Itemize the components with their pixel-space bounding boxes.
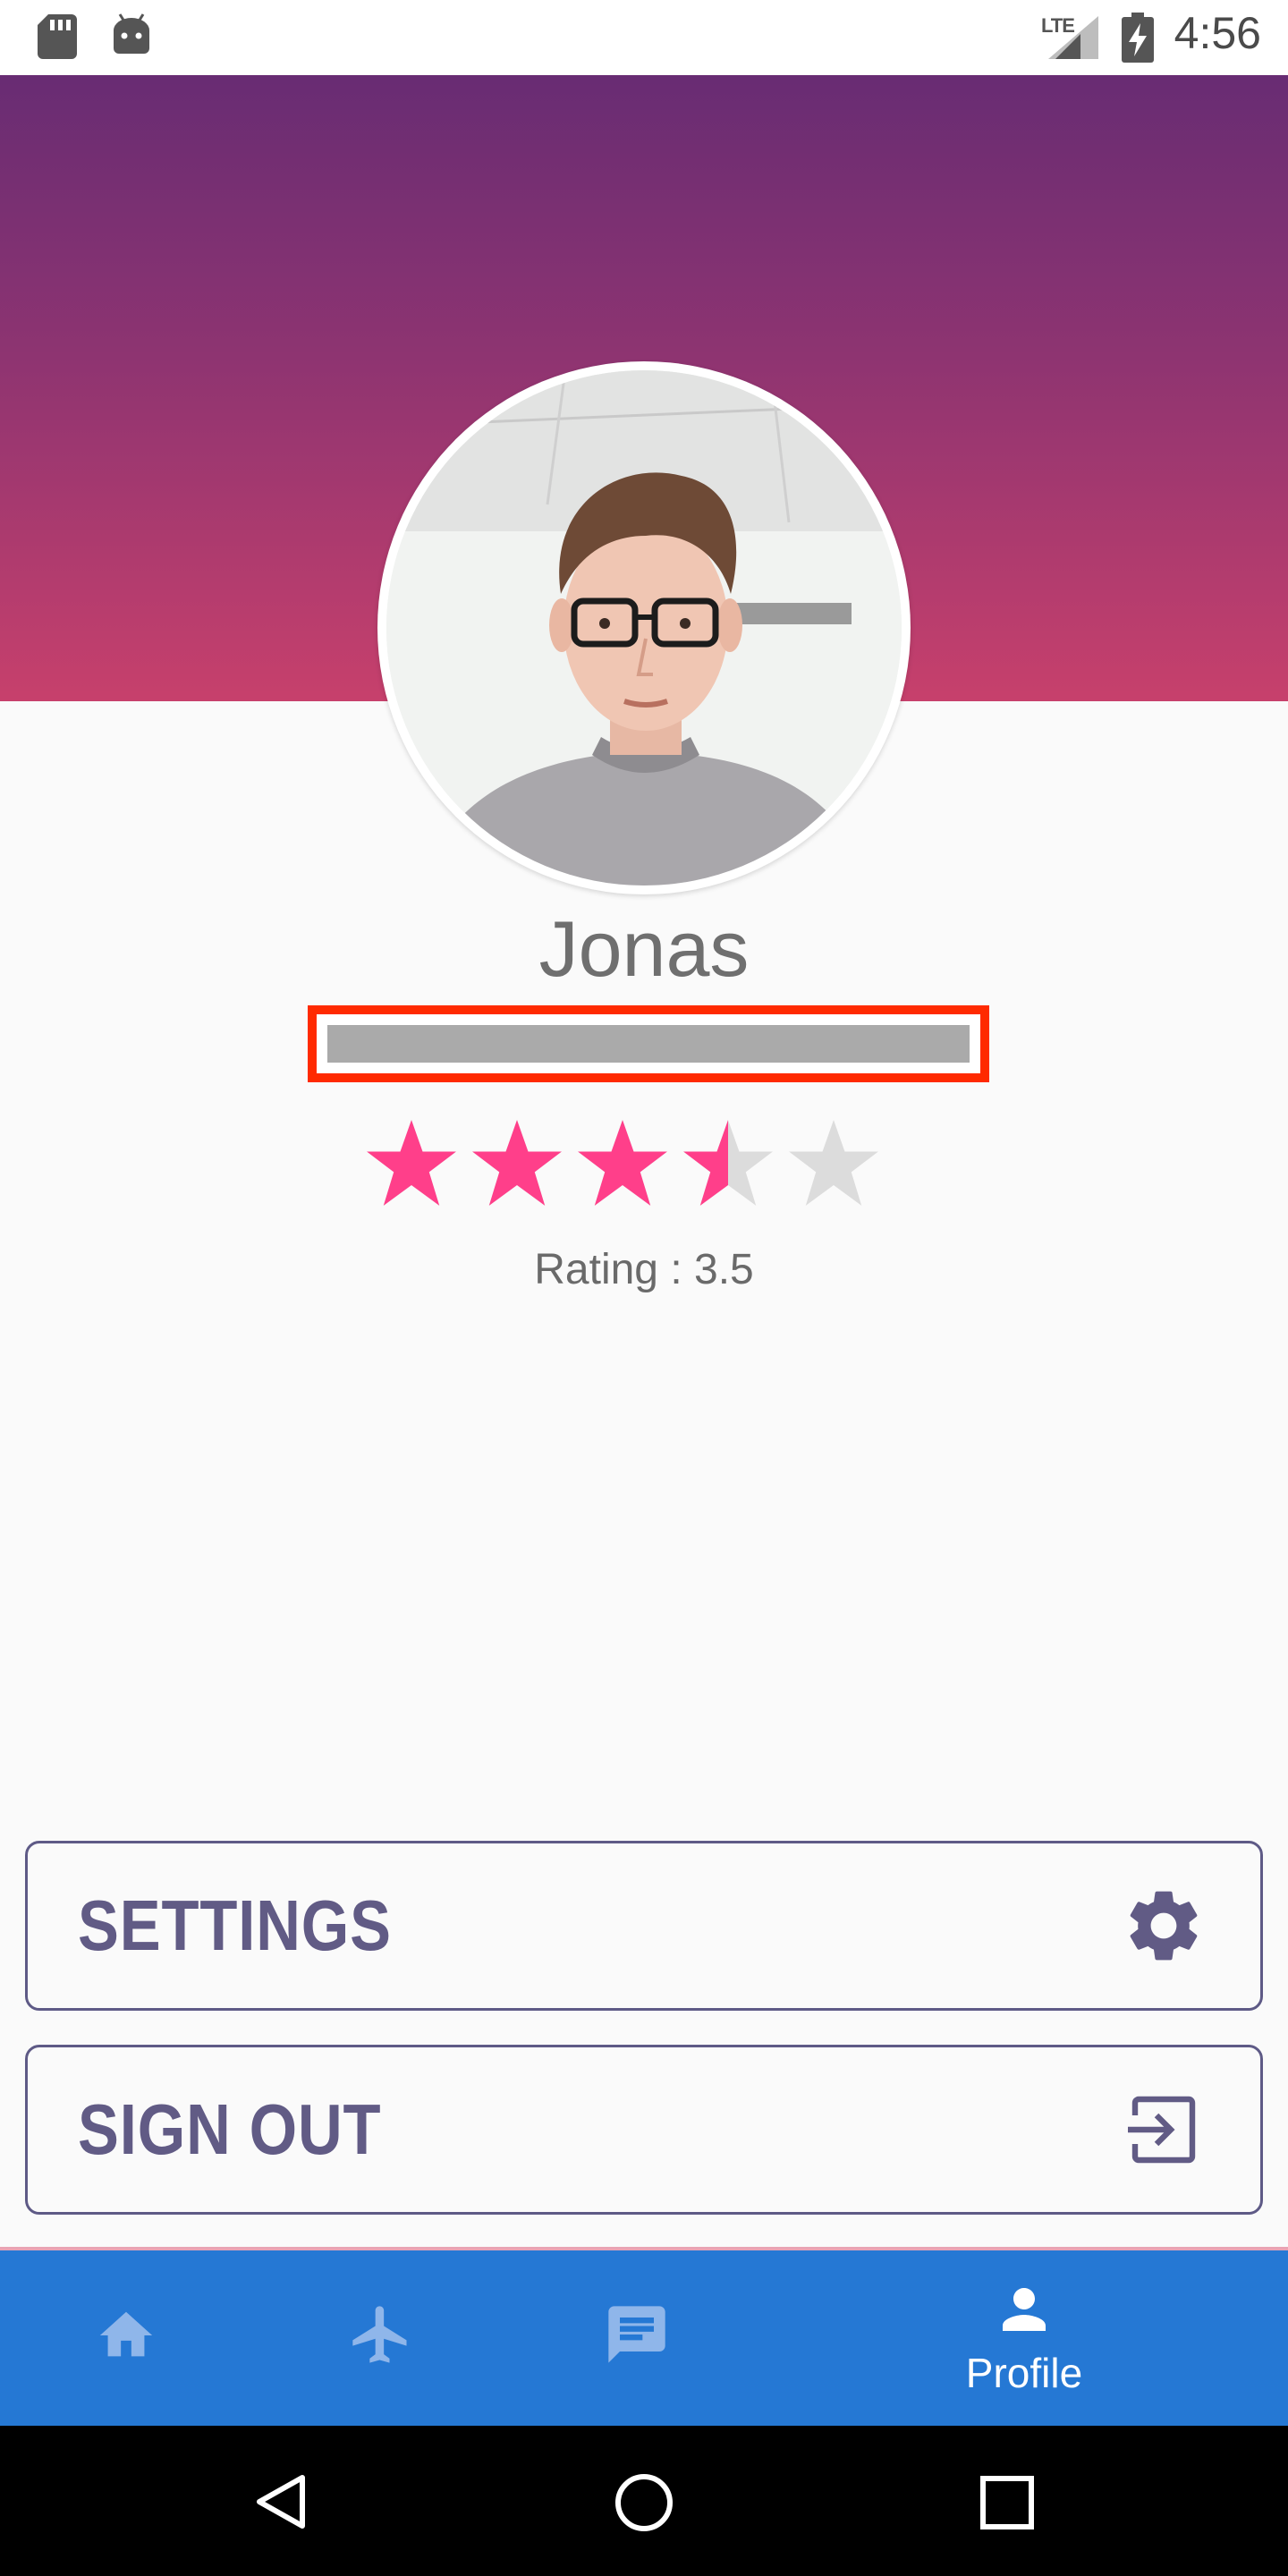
sd-card-icon <box>38 14 77 59</box>
system-navigation-bar <box>0 2426 1288 2576</box>
message-icon <box>608 2306 665 2363</box>
redacted-email-bar <box>308 1005 989 1082</box>
nav-item-flights[interactable] <box>308 2250 451 2426</box>
avatar[interactable] <box>377 361 911 894</box>
avatar-photo <box>386 370 902 886</box>
signal-icon <box>1048 16 1098 59</box>
airplane-icon <box>352 2306 407 2363</box>
home-circle-icon[interactable] <box>614 2472 674 2533</box>
star-icon <box>789 1120 878 1206</box>
star-icon <box>683 1120 773 1206</box>
nav-item-profile[interactable]: Profile <box>921 2250 1127 2426</box>
status-bar: LTE 4:56 <box>0 0 1288 75</box>
profile-name: Jonas <box>538 904 750 993</box>
star-icon <box>472 1120 562 1206</box>
recents-icon[interactable] <box>980 2476 1034 2529</box>
sign-out-label: SIGN OUT <box>78 2089 382 2169</box>
nav-item-messages[interactable] <box>564 2250 707 2426</box>
redacted-fill <box>327 1025 970 1063</box>
back-icon[interactable] <box>254 2474 309 2529</box>
settings-button[interactable]: SETTINGS <box>25 1841 1263 2011</box>
star-icon <box>367 1120 456 1206</box>
avatar-illustration <box>386 370 902 886</box>
android-icon <box>114 13 149 54</box>
bottom-navigation: Profile <box>0 2250 1288 2426</box>
nav-item-home[interactable] <box>54 2250 197 2426</box>
exit-icon <box>1128 2096 1196 2164</box>
clock: 4:56 <box>1174 8 1261 58</box>
rating-label: Rating : 3.5 <box>534 1246 754 1293</box>
battery-charging-icon <box>1122 13 1154 63</box>
settings-label: SETTINGS <box>78 1885 392 1965</box>
nav-label-profile: Profile <box>965 2350 1083 2396</box>
person-icon <box>1003 2288 1046 2331</box>
star-icon <box>578 1120 667 1206</box>
home-icon <box>99 2311 153 2357</box>
gear-icon <box>1130 1891 1198 1961</box>
sign-out-button[interactable]: SIGN OUT <box>25 2045 1263 2215</box>
